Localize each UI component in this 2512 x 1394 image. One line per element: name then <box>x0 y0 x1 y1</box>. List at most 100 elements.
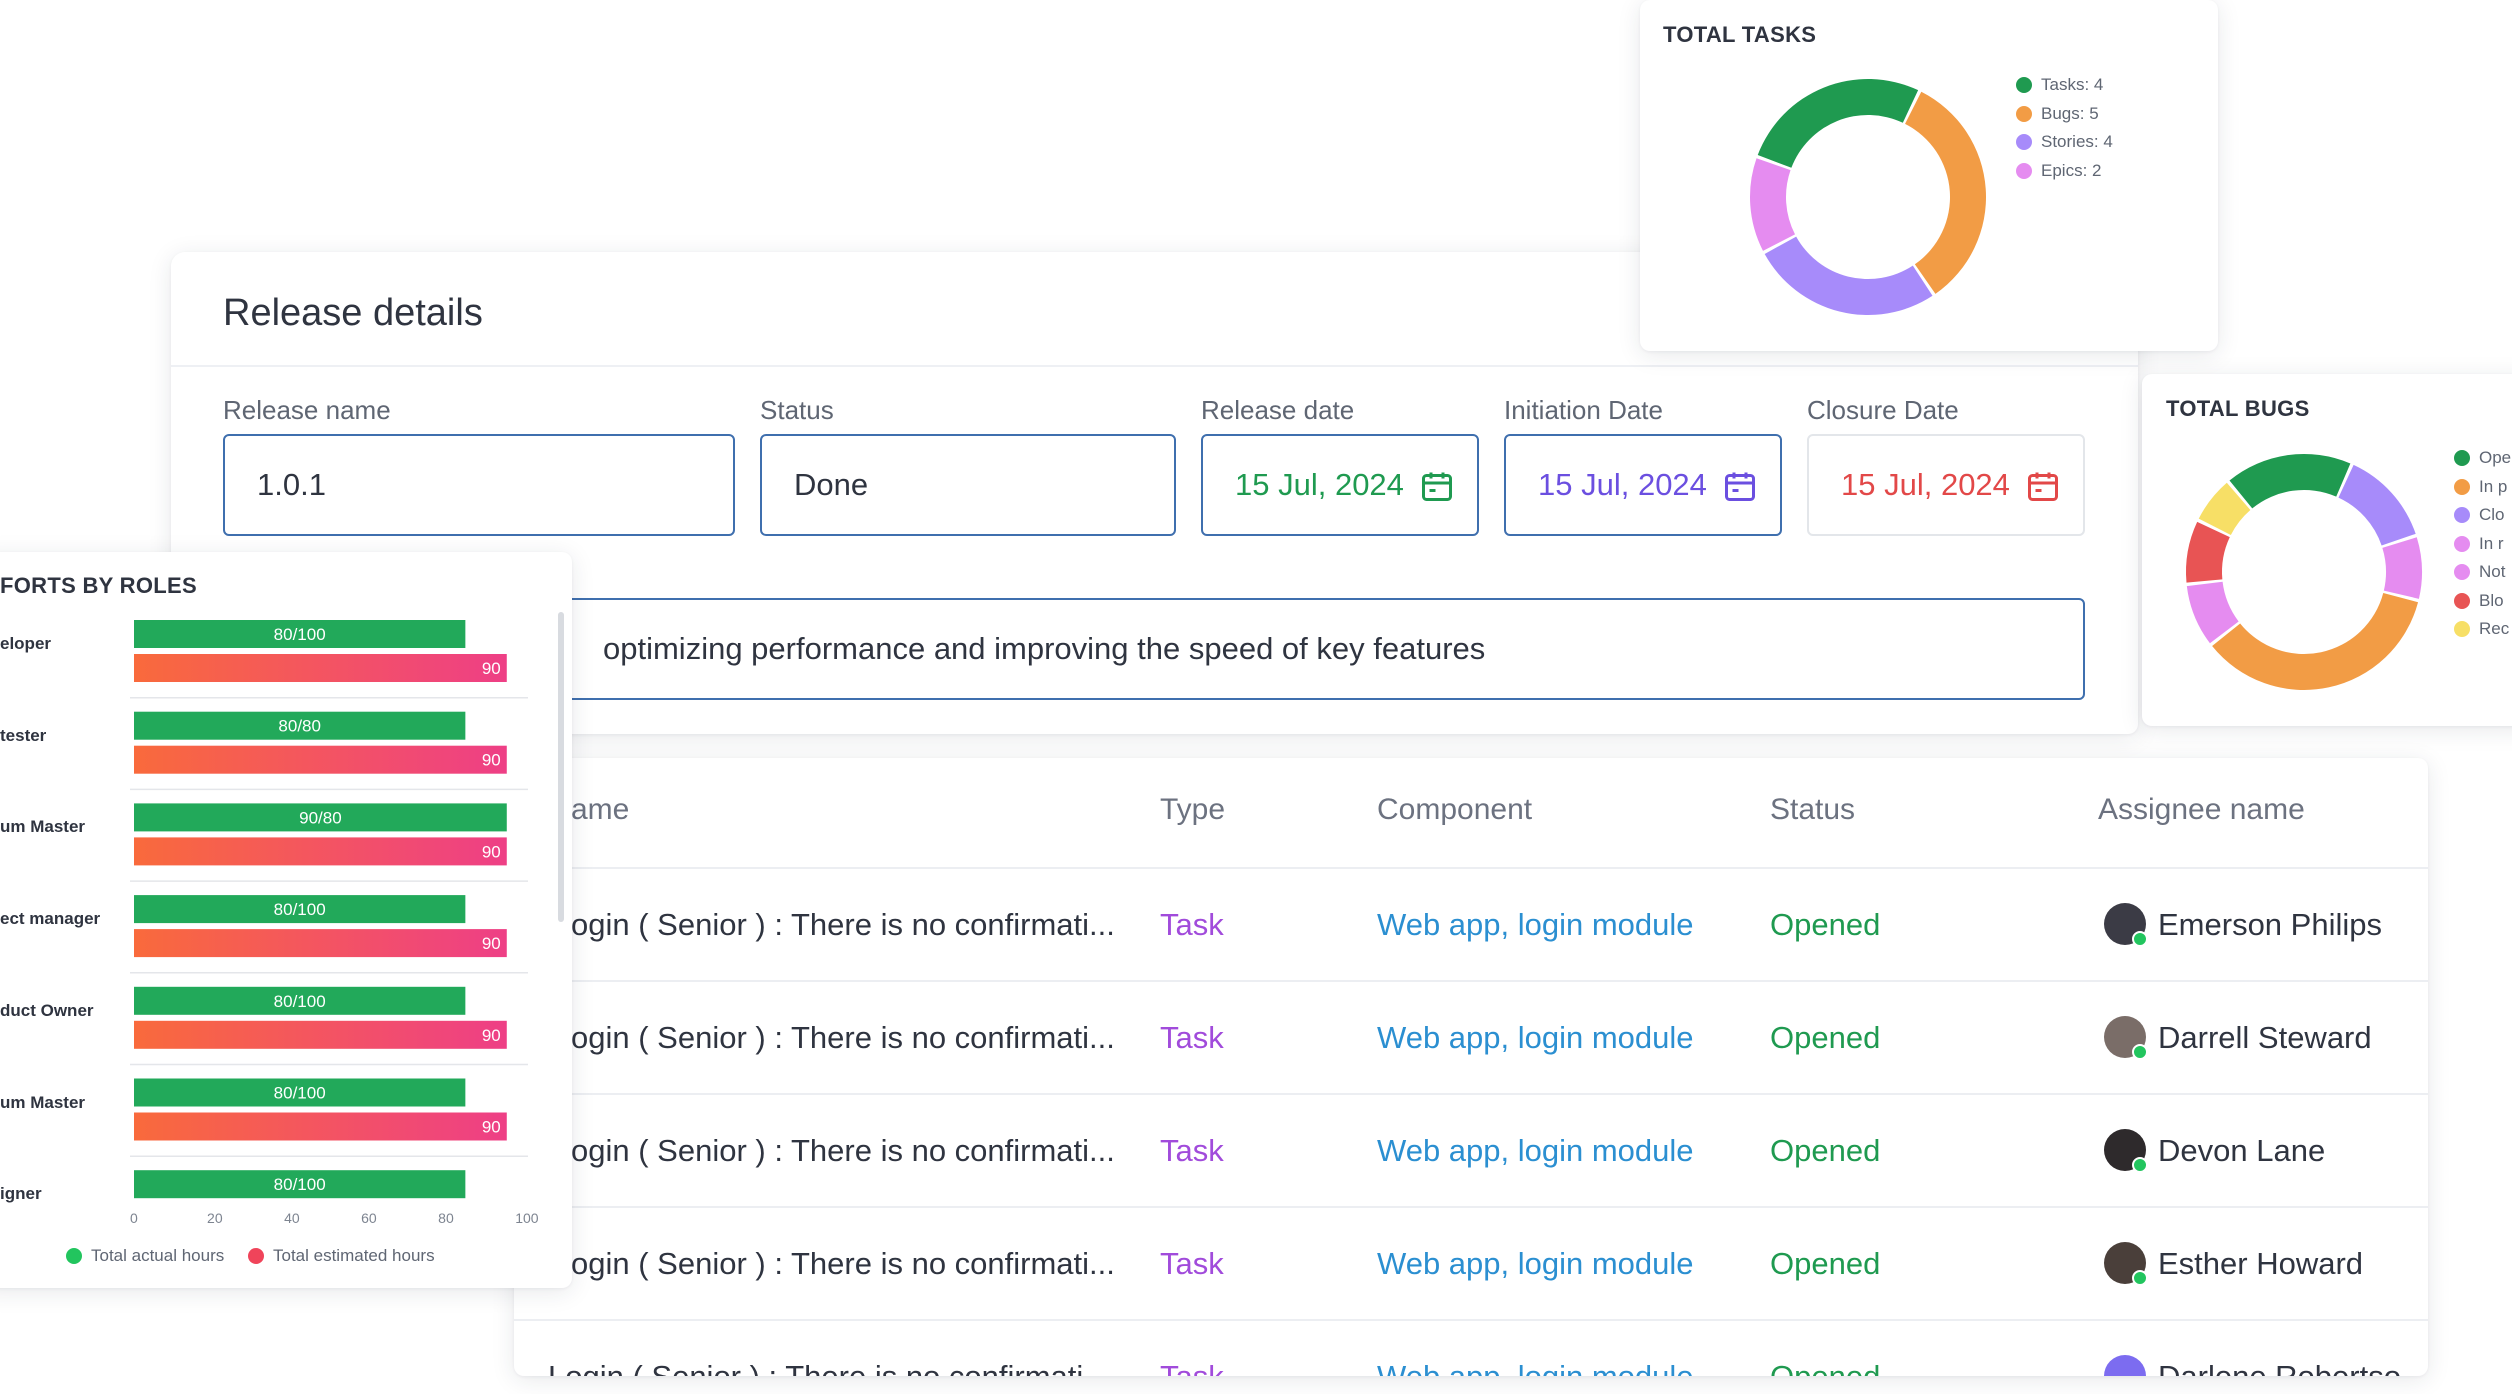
assignee-name: Darrell Steward <box>2158 1020 2372 1055</box>
donut-slice-bugs[interactable] <box>1905 91 1986 294</box>
assignee-name: Emerson Philips <box>2158 907 2382 942</box>
legend-label: Bugs: 5 <box>2041 103 2099 123</box>
status-select[interactable]: Done <box>760 434 1176 536</box>
estimated-hours-bar[interactable] <box>134 1020 507 1049</box>
role-label: um Master <box>0 1092 86 1112</box>
calendar-icon[interactable] <box>1419 468 1455 504</box>
release-date-value: 15 Jul, 2024 <box>1235 467 1404 502</box>
donut-slice-in-r[interactable] <box>2382 537 2422 599</box>
legend-item: Epics: 2 <box>2016 161 2101 181</box>
closure-date-value: 15 Jul, 2024 <box>1841 467 2010 502</box>
role-label: tester <box>0 725 47 745</box>
task-name[interactable]: ogin ( Senior ) : There is no confirmati… <box>571 1133 1115 1169</box>
task-component[interactable]: Web app, login module <box>1377 1246 1694 1282</box>
initiation-date-input[interactable]: 15 Jul, 2024 <box>1504 434 1782 536</box>
table-row[interactable]: ogin ( Senior ) : There is no confirmati… <box>514 980 2428 1095</box>
task-name[interactable]: ogin ( Senior ) : There is no confirmati… <box>571 1246 1115 1282</box>
legend-swatch <box>2454 564 2470 580</box>
total-bugs-card: TOTAL BUGS Ope In p Clo In r Not Blo Rec <box>2142 374 2512 726</box>
chart-title: TOTAL BUGS <box>2166 396 2310 421</box>
online-status-dot <box>2132 1157 2148 1173</box>
assignee-name: Esther Howard <box>2158 1246 2364 1281</box>
chart-title: TOTAL TASKS <box>1663 22 1817 47</box>
online-status-dot <box>2132 1044 2148 1060</box>
legend-swatch <box>2016 105 2032 122</box>
table-row[interactable]: ogin ( Senior ) : There is no confirmati… <box>514 1206 2428 1321</box>
release-name-input[interactable]: 1.0.1 <box>223 434 735 536</box>
description-value: optimizing performance and improving the… <box>603 631 1486 666</box>
task-type: Task <box>1160 1020 1224 1055</box>
column-header-assignee[interactable]: Assignee name <box>2098 793 2305 827</box>
column-header-status[interactable]: Status <box>1770 793 1855 827</box>
task-status: Opened <box>1770 907 1881 942</box>
avatar <box>2104 1016 2148 1060</box>
x-tick-label: 100 <box>515 1210 539 1226</box>
legend-swatch <box>2016 162 2032 179</box>
calendar-icon[interactable] <box>2025 468 2061 504</box>
task-status: Opened <box>1770 1246 1881 1281</box>
bar-value-label: 80/100 <box>274 992 326 1011</box>
estimated-hours-bar[interactable] <box>134 1112 507 1141</box>
online-status-dot <box>2132 931 2148 947</box>
scrollbar[interactable] <box>558 612 564 922</box>
bar-value-label: 80/100 <box>274 1175 326 1194</box>
legend-item: Rec <box>2454 619 2509 639</box>
closure-date-input[interactable]: 15 Jul, 2024 <box>1807 434 2085 536</box>
legend-item: Bugs: 5 <box>2016 104 2099 124</box>
efforts-bar-chart: 80/100 90 80/80 90 90/80 90 80/100 90 80/100 90 80… <box>130 620 528 1199</box>
table-row[interactable]: ogin ( Senior ) : There is no confirmati… <box>514 867 2428 982</box>
role-label: igner <box>0 1184 42 1204</box>
x-tick-label: 0 <box>130 1210 138 1226</box>
donut-slice-clo[interactable] <box>2338 464 2416 546</box>
tasks-table: ame Type Component Status Assignee name … <box>514 758 2428 1376</box>
legend-swatch <box>2454 621 2470 637</box>
legend-label: Blo <box>2479 590 2504 610</box>
task-name[interactable]: ogin ( Senior ) : There is no confirmati… <box>571 1020 1115 1056</box>
release-date-input[interactable]: 15 Jul, 2024 <box>1201 434 1479 536</box>
initiation-date-value: 15 Jul, 2024 <box>1538 467 1707 502</box>
donut-slice-tasks[interactable] <box>1757 79 1919 168</box>
estimated-hours-bar[interactable] <box>134 929 507 958</box>
task-status: Opened <box>1770 1133 1881 1168</box>
task-name[interactable]: Login ( Senior ) : There is no confirmat… <box>548 1359 1109 1376</box>
calendar-icon[interactable] <box>1722 468 1758 504</box>
donut-slice-in-p[interactable] <box>2212 593 2419 690</box>
table-row[interactable]: Login ( Senior ) : There is no confirmat… <box>514 1319 2428 1376</box>
column-header-name[interactable]: ame <box>571 793 629 827</box>
task-component[interactable]: Web app, login module <box>1377 1359 1694 1376</box>
donut-slice-ope[interactable] <box>2229 454 2351 509</box>
task-component[interactable]: Web app, login module <box>1377 1133 1694 1169</box>
column-header-type[interactable]: Type <box>1160 793 1225 827</box>
bugs-donut-chart <box>2186 454 2422 690</box>
estimated-hours-bar[interactable] <box>134 745 507 774</box>
bar-value-label: 90 <box>482 1026 501 1045</box>
legend-label: Clo <box>2479 505 2505 524</box>
task-name[interactable]: ogin ( Senior ) : There is no confirmati… <box>571 907 1115 943</box>
x-tick-label: 40 <box>284 1210 300 1226</box>
status-value: Done <box>794 467 869 502</box>
donut-slice-epics[interactable] <box>1750 158 1796 251</box>
online-status-dot <box>2132 1270 2148 1286</box>
bar-value-label: 80/100 <box>274 1084 326 1103</box>
bar-value-label: 90 <box>482 1118 501 1137</box>
task-component[interactable]: Web app, login module <box>1377 1020 1694 1056</box>
legend-item: Blo <box>2454 591 2504 611</box>
column-header-component[interactable]: Component <box>1377 793 1532 827</box>
task-component[interactable]: Web app, login module <box>1377 907 1694 943</box>
estimated-hours-bar[interactable] <box>134 654 507 682</box>
title-divider <box>171 365 2138 367</box>
legend-swatch <box>66 1248 82 1264</box>
estimated-hours-bar[interactable] <box>134 837 507 866</box>
release-date-label: Release date <box>1201 395 1355 425</box>
avatar <box>2104 1355 2146 1376</box>
avatar <box>2104 1242 2148 1286</box>
legend-label: In p <box>2479 476 2508 496</box>
legend-item: In r <box>2454 534 2504 554</box>
bar-value-label: 90 <box>482 842 501 861</box>
legend-item: Tasks: 4 <box>2016 75 2103 95</box>
table-row[interactable]: ogin ( Senior ) : There is no confirmati… <box>514 1093 2428 1208</box>
chart-title: FORTS BY ROLES <box>0 573 197 598</box>
avatar <box>2104 1129 2148 1173</box>
legend-swatch <box>2016 77 2032 93</box>
donut-slice-stories[interactable] <box>1764 236 1933 315</box>
